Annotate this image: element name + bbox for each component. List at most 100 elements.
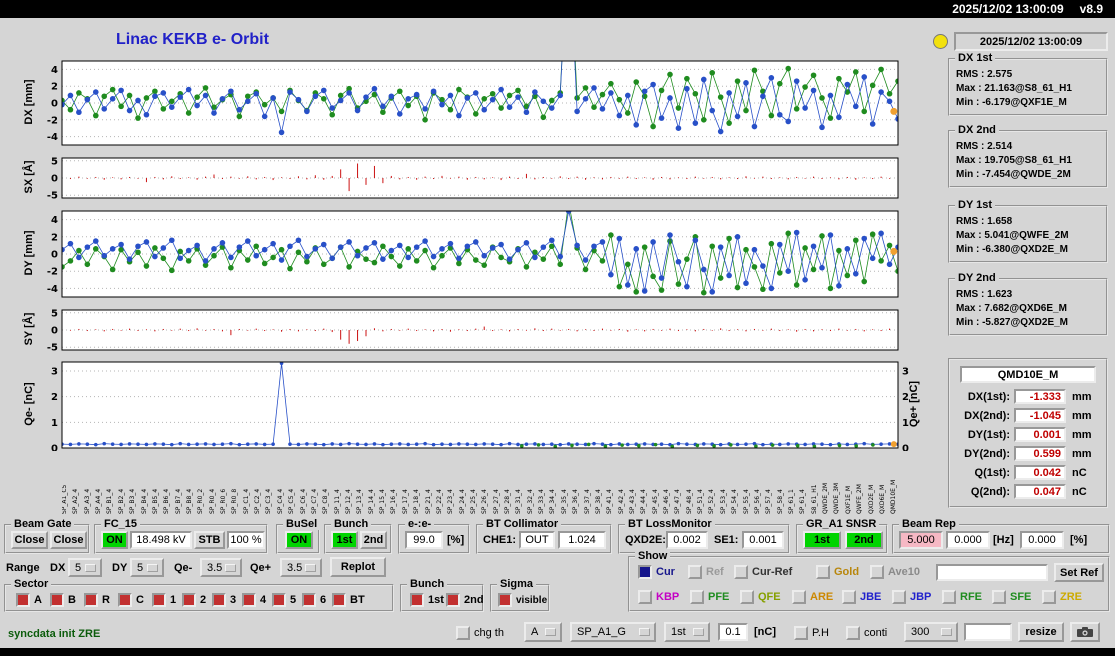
svg-text:5: 5: [51, 156, 58, 167]
sigma-visible-checkbox[interactable]: visible: [498, 593, 547, 607]
kbp-check-indicator: [638, 590, 652, 604]
app-version: v8.9: [1079, 2, 1103, 16]
svg-text:2: 2: [51, 392, 58, 403]
cur-check-indicator: [638, 565, 652, 579]
sector-6-checkbox[interactable]: 6: [302, 593, 326, 607]
range-dy-menu[interactable]: 5: [130, 558, 164, 577]
dx-2nd-rms: RMS : 2.514: [956, 141, 1013, 152]
ee-ratio-input[interactable]: 99.0: [405, 531, 443, 549]
show-gold-checkbox[interactable]: Gold: [816, 565, 859, 579]
sector-5-indicator: [272, 593, 286, 607]
ph-checkbox[interactable]: P.H: [794, 626, 829, 640]
replot-button[interactable]: Replot: [330, 557, 386, 577]
bpm-menu[interactable]: SP_A1_G: [570, 622, 656, 642]
sector-3-checkbox[interactable]: 3: [212, 593, 236, 607]
bunch-menu[interactable]: 1st: [664, 622, 710, 642]
fc15-stb-button[interactable]: STB: [194, 531, 225, 549]
qmd-row-unit: mm: [1072, 410, 1092, 422]
ee-ratio-group: e-:e- 99.0 [%]: [398, 518, 470, 554]
sector-2-indicator: [182, 593, 196, 607]
misc-input[interactable]: [964, 623, 1012, 641]
bunch-2nd-button[interactable]: 2nd: [360, 531, 387, 549]
show-jbp-checkbox[interactable]: JBP: [892, 590, 931, 604]
qmd-row-value: -1.045: [1014, 408, 1066, 423]
bunch-2nd-checkbox[interactable]: 2nd: [446, 593, 484, 607]
sector-1-checkbox[interactable]: 1: [152, 593, 176, 607]
show-jbe-checkbox[interactable]: JBE: [842, 590, 881, 604]
chg-th-checkbox[interactable]: chg th: [456, 626, 504, 640]
snapshot-button[interactable]: [1070, 622, 1100, 642]
show-ref-checkbox[interactable]: Ref: [688, 565, 724, 579]
sector-5-label: 5: [290, 594, 297, 606]
show-are-checkbox[interactable]: ARE: [792, 590, 833, 604]
collimator-value-readout: 1.024: [558, 531, 606, 549]
section-menu[interactable]: A: [524, 622, 562, 642]
bt-collimator-title: BT Collimator: [483, 518, 562, 530]
orbit-monitor-window: 2025/12/02 13:00:09 v8.9 Linac KEKB e- O…: [0, 0, 1115, 656]
sector-b-checkbox[interactable]: B: [50, 593, 76, 607]
busel-on-button[interactable]: ON: [285, 531, 313, 549]
chg-th-indicator: [456, 626, 470, 640]
resize-button[interactable]: resize: [1018, 622, 1064, 642]
gold-label: Gold: [834, 566, 860, 578]
beam-gate-close-1-button[interactable]: Close: [11, 531, 48, 549]
interval-menu[interactable]: 300: [904, 622, 958, 642]
range-qe-plus-menu[interactable]: 3.5: [280, 558, 322, 577]
conti-checkbox[interactable]: conti: [846, 626, 887, 640]
status-light: [933, 34, 948, 49]
sector-bt-checkbox[interactable]: BT: [332, 593, 365, 607]
ph-label: P.H: [812, 627, 829, 639]
ph-indicator: [794, 626, 808, 640]
svg-text:-4: -4: [47, 284, 58, 295]
sector-4-checkbox[interactable]: 4: [242, 593, 266, 607]
range-dx-menu[interactable]: 5: [68, 558, 102, 577]
svg-text:1: 1: [902, 418, 909, 429]
sector-2-checkbox[interactable]: 2: [182, 593, 206, 607]
dy-1st-stats-title: DY 1st: [955, 199, 996, 211]
ref-name-input[interactable]: [936, 564, 1048, 581]
range-qe-minus-menu[interactable]: 3.5: [200, 558, 242, 577]
gr-a1-snsr-group: GR_A1 SNSR 1st 2nd: [796, 518, 888, 554]
bunch-1st-checkbox[interactable]: 1st: [410, 593, 444, 607]
show-rfe-checkbox[interactable]: RFE: [942, 590, 982, 604]
sector-5-checkbox[interactable]: 5: [272, 593, 296, 607]
sfe-label: SFE: [1010, 591, 1032, 603]
show-cur-checkbox[interactable]: Cur: [638, 565, 675, 579]
dx-orbit-plot: 4 2 0 -2 -4: [47, 60, 899, 146]
threshold-input[interactable]: 0.1: [718, 623, 748, 641]
sector-4-indicator: [242, 593, 256, 607]
sector-r-checkbox[interactable]: R: [84, 593, 110, 607]
gr-a1-2nd-button[interactable]: 2nd: [845, 531, 883, 549]
fc15-group: FC_15 ON 18.498 kV STB 100 %: [94, 518, 268, 554]
beam-gate-group: Beam Gate Close Close: [4, 518, 90, 554]
gr-a1-1st-button[interactable]: 1st: [803, 531, 841, 549]
sector-c-checkbox[interactable]: C: [118, 593, 144, 607]
fc15-on-button[interactable]: ON: [101, 531, 128, 549]
dy-orbit-plot: 4 2 0 -2 -4: [47, 210, 899, 298]
show-ave10-checkbox[interactable]: Ave10: [870, 565, 920, 579]
top-datetime: 2025/12/02 13:00:09: [952, 2, 1064, 16]
set-ref-button[interactable]: Set Ref: [1054, 563, 1104, 582]
qmd-row-value: 0.001: [1014, 427, 1066, 442]
che1-readout: OUT: [519, 531, 555, 549]
show-zre-checkbox[interactable]: ZRE: [1042, 590, 1082, 604]
sector-a-checkbox[interactable]: A: [16, 593, 42, 607]
show-pfe-checkbox[interactable]: PFE: [690, 590, 729, 604]
beam-gate-close-2-button[interactable]: Close: [50, 531, 87, 549]
show-group: Show Cur Ref Cur-Ref Gold Ave10 Set Ref …: [628, 550, 1110, 612]
qmd-row-label: DX(1st):: [967, 391, 1010, 403]
bunch-1st-button[interactable]: 1st: [331, 531, 358, 549]
sy-sigma-plot: 5 0 -5: [47, 308, 899, 353]
show-title: Show: [635, 550, 671, 562]
show-qfe-checkbox[interactable]: QFE: [740, 590, 781, 604]
show-sfe-checkbox[interactable]: SFE: [992, 590, 1031, 604]
ave10-label: Ave10: [888, 566, 921, 578]
fc15-percent-readout: 100 %: [227, 531, 265, 549]
show-cur-ref-checkbox[interactable]: Cur-Ref: [734, 565, 792, 579]
dy-2nd-max: Max : 7.682@QXD6E_M: [956, 303, 1067, 314]
dy-2nd-min: Min : -5.827@QXD2E_M: [956, 317, 1069, 328]
bt-lossmonitor-title: BT LossMonitor: [625, 518, 715, 530]
sector-c-label: C: [136, 594, 144, 606]
show-kbp-checkbox[interactable]: KBP: [638, 590, 679, 604]
se1-label: SE1:: [714, 534, 739, 546]
